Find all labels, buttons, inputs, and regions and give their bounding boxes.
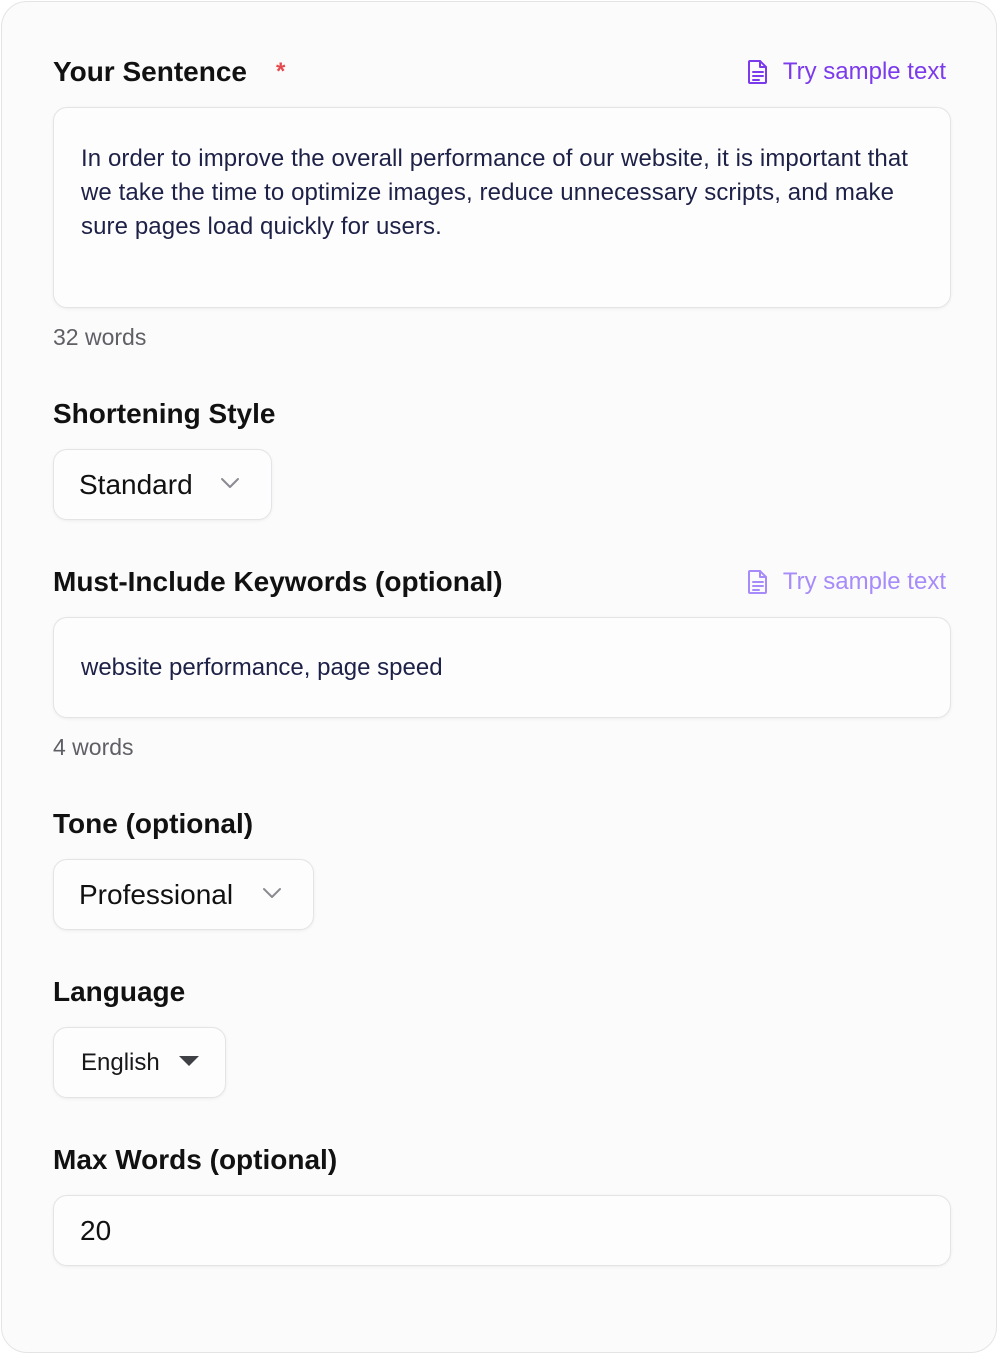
sentence-textarea[interactable]: In order to improve the overall performa… xyxy=(53,107,951,308)
shortening-style-label: Shortening Style xyxy=(53,398,276,429)
caret-down-icon xyxy=(178,1054,200,1072)
try-sample-text-link-keywords[interactable]: Try sample text xyxy=(747,569,946,595)
keywords-input-value: website performance, page speed xyxy=(81,653,443,681)
try-sample-text-label: Try sample text xyxy=(782,58,946,85)
shortening-style-select[interactable]: Standard xyxy=(53,449,272,520)
try-sample-text-label: Try sample text xyxy=(782,568,946,595)
max-words-label: Max Words (optional) xyxy=(53,1144,338,1175)
shortening-style-value: Standard xyxy=(79,468,193,500)
try-sample-text-link[interactable]: Try sample text xyxy=(747,59,946,85)
keywords-word-count: 4 words xyxy=(53,734,134,760)
language-select[interactable]: English xyxy=(53,1027,226,1098)
sentence-textarea-value: In order to improve the overall performa… xyxy=(81,145,909,240)
max-words-value: 20 xyxy=(80,1214,112,1246)
tone-label: Tone (optional) xyxy=(53,808,254,839)
sentence-label: Your Sentence xyxy=(53,56,247,87)
required-asterisk: * xyxy=(276,58,286,85)
chevron-down-icon xyxy=(220,476,240,494)
sentence-word-count: 32 words xyxy=(53,324,147,350)
tone-select[interactable]: Professional xyxy=(53,859,314,930)
max-words-input[interactable]: 20 xyxy=(53,1195,951,1266)
document-icon xyxy=(747,59,769,85)
form-card: Your Sentence * Try sample text In order… xyxy=(1,1,997,1353)
keywords-input[interactable]: website performance, page speed xyxy=(53,617,951,718)
language-value: English xyxy=(81,1048,160,1076)
document-icon xyxy=(747,569,769,595)
chevron-down-icon xyxy=(262,886,282,904)
language-label: Language xyxy=(53,976,186,1007)
keywords-label: Must-Include Keywords (optional) xyxy=(53,566,503,597)
tone-value: Professional xyxy=(79,878,234,910)
